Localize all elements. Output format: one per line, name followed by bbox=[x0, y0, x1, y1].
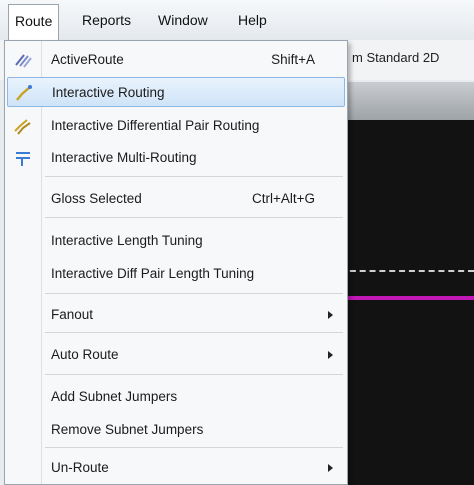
menu-separator bbox=[45, 447, 343, 448]
menu-separator bbox=[45, 332, 343, 333]
route-menu: ActiveRoute Shift+A Interactive Routing … bbox=[4, 40, 348, 485]
menu-item-label: Add Subnet Jumpers bbox=[51, 389, 178, 404]
pcb-canvas[interactable] bbox=[340, 120, 474, 485]
menu-help[interactable]: Help bbox=[232, 0, 273, 40]
menu-item-length-tuning[interactable]: Interactive Length Tuning bbox=[7, 226, 345, 256]
menu-item-add-subnet-jumpers[interactable]: Add Subnet Jumpers bbox=[7, 382, 345, 412]
submenu-arrow-icon bbox=[328, 464, 333, 472]
menu-reports[interactable]: Reports bbox=[76, 0, 137, 40]
interactive-routing-icon bbox=[14, 83, 34, 103]
view-mode-label[interactable]: m Standard 2D bbox=[352, 50, 439, 65]
board-outline-line bbox=[340, 270, 474, 272]
menu-item-shortcut: Shift+A bbox=[271, 52, 315, 67]
menu-window[interactable]: Window bbox=[152, 0, 214, 40]
menu-item-remove-subnet-jumpers[interactable]: Remove Subnet Jumpers bbox=[7, 415, 345, 445]
menu-bar: Route Reports Window Help bbox=[0, 0, 474, 41]
menu-item-label: Interactive Multi-Routing bbox=[51, 150, 197, 165]
menu-separator bbox=[45, 293, 343, 294]
document-tab-strip bbox=[340, 82, 474, 120]
menu-item-auto-route[interactable]: Auto Route bbox=[7, 340, 345, 370]
menu-item-gloss-selected[interactable]: Gloss Selected Ctrl+Alt+G bbox=[7, 184, 345, 214]
menu-item-label: ActiveRoute bbox=[51, 52, 124, 67]
active-route-icon bbox=[13, 50, 33, 70]
menu-item-interactive-routing[interactable]: Interactive Routing bbox=[7, 77, 345, 107]
menu-item-fanout[interactable]: Fanout bbox=[7, 300, 345, 330]
menu-item-label: Interactive Routing bbox=[52, 85, 165, 100]
menu-item-un-route[interactable]: Un-Route bbox=[7, 453, 345, 483]
submenu-arrow-icon bbox=[328, 351, 333, 359]
menu-item-label: Interactive Length Tuning bbox=[51, 233, 203, 248]
menu-item-multi-routing[interactable]: Interactive Multi-Routing bbox=[7, 143, 345, 173]
multi-routing-icon bbox=[13, 148, 33, 168]
menu-item-label: Un-Route bbox=[51, 460, 109, 475]
menu-item-label: Gloss Selected bbox=[51, 191, 142, 206]
menu-item-active-route[interactable]: ActiveRoute Shift+A bbox=[7, 45, 345, 75]
menu-item-diff-pair-routing[interactable]: Interactive Differential Pair Routing bbox=[7, 111, 345, 141]
menu-separator bbox=[45, 374, 343, 375]
diff-pair-routing-icon bbox=[13, 116, 33, 136]
menu-item-label: Auto Route bbox=[51, 347, 119, 362]
menu-item-label: Remove Subnet Jumpers bbox=[51, 422, 204, 437]
trace-line bbox=[340, 296, 474, 300]
menu-item-label: Interactive Differential Pair Routing bbox=[51, 118, 260, 133]
menu-separator bbox=[45, 217, 343, 218]
menu-route[interactable]: Route bbox=[8, 4, 60, 41]
menu-item-diff-pair-length-tuning[interactable]: Interactive Diff Pair Length Tuning bbox=[7, 259, 345, 289]
menu-item-label: Interactive Diff Pair Length Tuning bbox=[51, 266, 255, 281]
submenu-arrow-icon bbox=[328, 311, 333, 319]
menu-item-shortcut: Ctrl+Alt+G bbox=[251, 191, 315, 206]
menu-item-label: Fanout bbox=[51, 307, 94, 322]
menu-separator bbox=[45, 176, 343, 177]
